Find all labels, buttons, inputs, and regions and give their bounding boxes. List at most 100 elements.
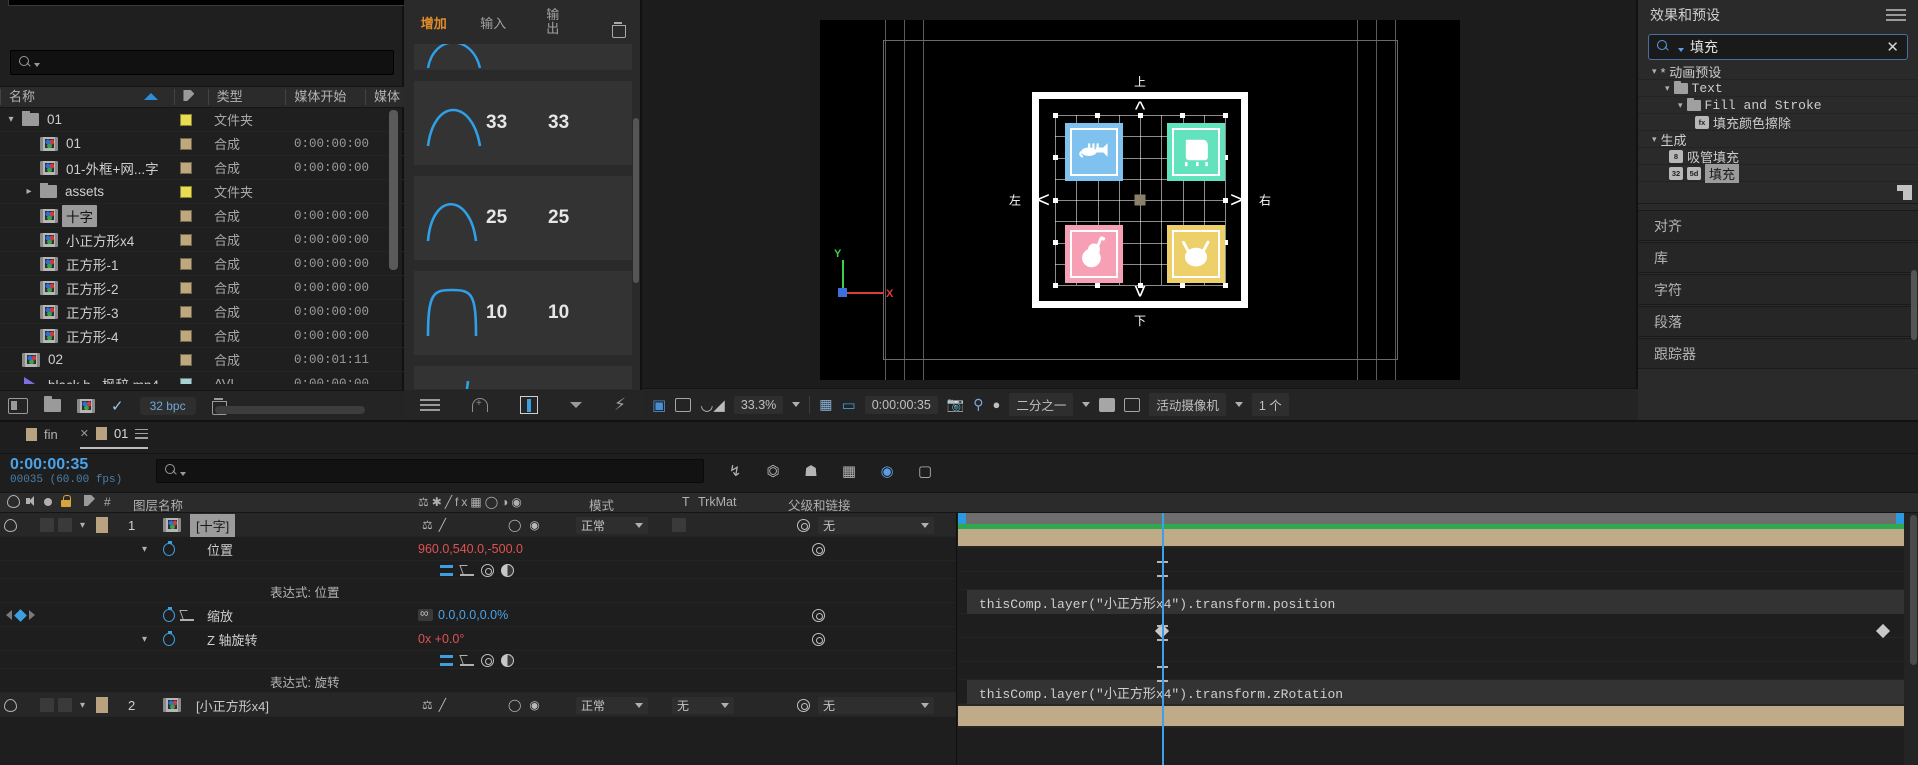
- effects-tree-row[interactable]: fx 填充颜色擦除: [1638, 114, 1918, 131]
- ease-preset-card[interactable]: 5100: [414, 366, 632, 389]
- close-icon[interactable]: ✕: [1886, 38, 1899, 56]
- audio-icon[interactable]: [25, 495, 38, 508]
- project-item-tag-cell[interactable]: [180, 305, 214, 318]
- collapsed-panel-对齐[interactable]: 对齐: [1638, 210, 1918, 241]
- timeline-search-input[interactable]: [156, 459, 704, 483]
- square-top-right[interactable]: [1167, 123, 1225, 181]
- expression-pickwhip-icon[interactable]: [481, 563, 494, 577]
- motion-blur-icon[interactable]: ◉: [877, 461, 897, 481]
- new-folder-icon[interactable]: [44, 396, 61, 412]
- expression-switches[interactable]: [440, 653, 514, 667]
- work-area-bar[interactable]: [958, 513, 1918, 524]
- project-item-row[interactable]: 02 合成 0:00:01:11: [0, 348, 404, 372]
- stopwatch-icon[interactable]: [163, 630, 175, 646]
- work-area-end-handle[interactable]: [1896, 513, 1904, 524]
- collapsed-panel-段落[interactable]: 段落: [1638, 306, 1918, 337]
- project-horizontal-scrollbar[interactable]: [215, 406, 365, 414]
- new-composition-icon[interactable]: [77, 398, 95, 413]
- effects-search-input[interactable]: 填充 ✕: [1648, 34, 1908, 60]
- resize-corner-icon[interactable]: [1897, 185, 1912, 200]
- keyframe-navigator[interactable]: [6, 608, 35, 622]
- collapsed-panel-跟踪器[interactable]: 跟踪器: [1638, 338, 1918, 369]
- layer-name-label[interactable]: [小正方形x4]: [190, 694, 275, 717]
- transform-handle[interactable]: [1222, 112, 1228, 118]
- transparency-grid-icon[interactable]: [1124, 397, 1141, 412]
- project-item-tag-cell[interactable]: [180, 161, 214, 174]
- new-comp-icon[interactable]: [8, 397, 28, 414]
- parent-pickwhip-icon[interactable]: [797, 698, 810, 712]
- layer-duration-bar[interactable]: [958, 526, 1904, 546]
- twirl-icon[interactable]: ▸: [22, 186, 36, 197]
- property-name-label[interactable]: 位置: [207, 537, 233, 561]
- label-color-swatch[interactable]: [180, 257, 192, 270]
- twirl-icon[interactable]: ▾: [1652, 66, 1657, 77]
- tab-add[interactable]: 增加: [404, 13, 464, 32]
- panel-menu-icon[interactable]: [1886, 9, 1906, 21]
- draft-3d-icon[interactable]: ⏣: [763, 461, 783, 481]
- layer-duration-bar[interactable]: [958, 706, 1904, 726]
- lightning-icon[interactable]: ⚡: [614, 395, 626, 415]
- close-icon[interactable]: ✕: [80, 427, 89, 440]
- audio-toggle-icon[interactable]: [40, 518, 54, 532]
- twirl-icon[interactable]: ▾: [142, 544, 147, 555]
- timecode-display[interactable]: 0:00:00:35 00035 (60.00 fps): [10, 456, 122, 486]
- ease-preset-card[interactable]: 10 10: [414, 271, 632, 355]
- keyframe-selection-icon[interactable]: [520, 396, 538, 414]
- timeline-track-row[interactable]: thisComp.layer("小正方形x4").transform.posit…: [958, 590, 1918, 614]
- ease-preset-list[interactable]: 3333 2525 1010 5100: [404, 44, 642, 389]
- label-color-swatch[interactable]: [180, 305, 192, 318]
- property-value[interactable]: 0x +0.0°: [418, 632, 464, 646]
- column-media-end[interactable]: 媒体: [365, 89, 404, 105]
- menu-icon[interactable]: [420, 399, 440, 411]
- stopwatch-icon[interactable]: [163, 540, 175, 556]
- column-tag[interactable]: [174, 89, 207, 105]
- stopwatch-icon[interactable]: [163, 606, 175, 622]
- parent-pickwhip-icon[interactable]: [812, 608, 825, 622]
- always-preview-icon[interactable]: ▣: [652, 396, 666, 414]
- layer-switches-2[interactable]: ◯◉: [508, 513, 548, 537]
- view-count-value[interactable]: 1 个: [1251, 393, 1289, 416]
- chevron-down-icon[interactable]: [570, 402, 582, 408]
- layer-name-label[interactable]: [十字]: [190, 513, 236, 537]
- blend-mode-select[interactable]: 正常: [576, 516, 648, 534]
- expression-enable-icon[interactable]: [440, 564, 453, 576]
- project-search-input[interactable]: [10, 50, 394, 75]
- ease-preset-card[interactable]: 25 25: [414, 176, 632, 260]
- ease-vertical-scrollbar[interactable]: [633, 118, 639, 283]
- twirl-icon[interactable]: ▾: [1678, 100, 1683, 111]
- effects-tree-row[interactable]: ▾ * 动画预设: [1638, 63, 1918, 80]
- property-value[interactable]: 960.0,540.0,-500.0: [418, 542, 523, 556]
- column-name[interactable]: 名称: [0, 89, 174, 105]
- project-item-name-cell[interactable]: 小正方形x4: [0, 229, 180, 251]
- timeline-vertical-scrollbar[interactable]: [1910, 515, 1917, 665]
- timeline-property-row[interactable]: ▾ Z 轴旋转 0x +0.0°: [0, 627, 956, 651]
- transform-handle[interactable]: [1137, 112, 1143, 118]
- keyframe-diamond-icon[interactable]: [14, 608, 27, 622]
- label-color-swatch[interactable]: [180, 281, 192, 294]
- ease-preset-card-partial[interactable]: [414, 44, 632, 70]
- layer-color-swatch[interactable]: [96, 697, 108, 713]
- ease-influence-out[interactable]: 33: [548, 112, 610, 134]
- previous-keyframe-icon[interactable]: [6, 610, 12, 620]
- project-item-row[interactable]: ▾ 01 文件夹: [0, 108, 404, 132]
- label-color-swatch[interactable]: [180, 209, 192, 222]
- twirl-icon[interactable]: ▾: [142, 634, 147, 645]
- twirl-icon[interactable]: ▾: [80, 700, 85, 711]
- 3d-glasses-icon[interactable]: ◡◢: [700, 396, 725, 414]
- twirl-icon[interactable]: ▾: [4, 114, 18, 125]
- project-item-row[interactable]: 01 合成 0:00:00:00: [0, 132, 404, 156]
- effects-tree-row[interactable]: ▾ 生成: [1638, 131, 1918, 148]
- expression-pickwhip-icon[interactable]: [481, 653, 494, 667]
- timeline-property-row[interactable]: 缩放 0.0,0.0,0.0%: [0, 603, 956, 627]
- graph-editor-icon[interactable]: ▢: [915, 461, 935, 481]
- project-item-name-cell[interactable]: ▾ 01: [0, 111, 180, 128]
- timeline-layer-list[interactable]: ▾ 1 [十字] ⚖╱ ◯◉ 正常无 ▾ 位置 960.0,540.0,-500.0 表达式: 位…: [0, 513, 957, 765]
- tab-ease-out[interactable]: 输 出: [523, 8, 583, 36]
- label-color-swatch[interactable]: [180, 137, 192, 150]
- project-item-name-cell[interactable]: 正方形-3: [0, 301, 180, 323]
- composition-canvas-wrapper[interactable]: 上 下 左 右 ^ ˅ ˂ ˃ Y X: [642, 0, 1638, 400]
- square-top-left[interactable]: [1065, 123, 1123, 181]
- expression-text-field[interactable]: thisComp.layer("小正方形x4").transform.posit…: [967, 590, 1904, 614]
- timeline-track-area[interactable]: :00f05f10f15f20f25f30f35f40f45f50f55f01:…: [958, 513, 1918, 765]
- timeline-layer-row[interactable]: ▾ 1 [十字] ⚖╱ ◯◉ 正常 无: [0, 513, 956, 537]
